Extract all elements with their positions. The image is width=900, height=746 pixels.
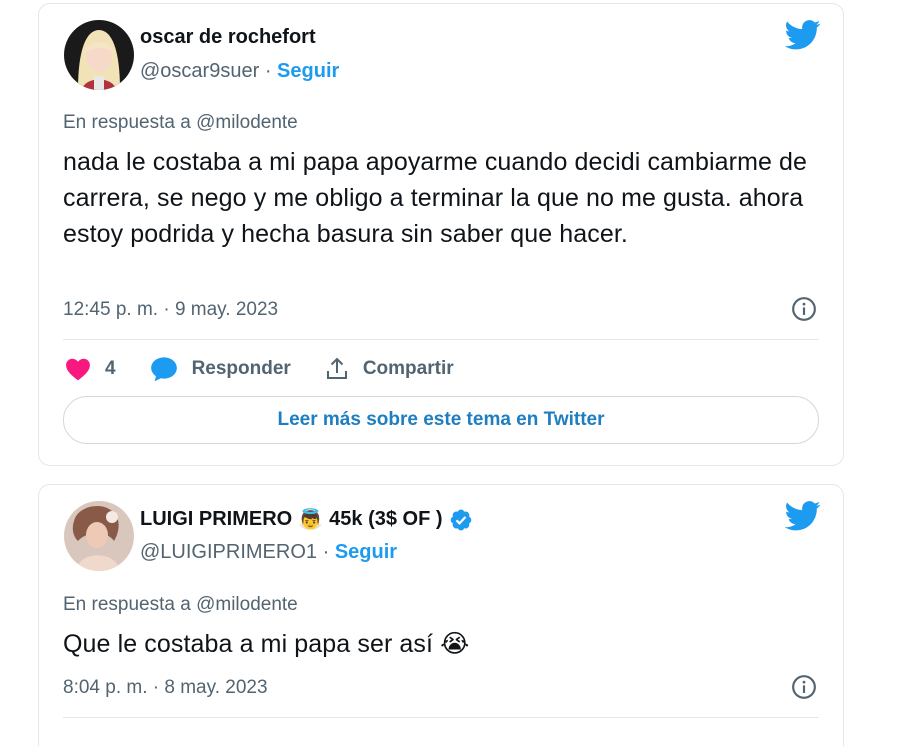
reply-bubble-icon xyxy=(150,357,177,382)
follow-link[interactable]: Seguir xyxy=(277,60,339,82)
tweet-timestamp[interactable]: 8:04 p. m. · 8 may. 2023 xyxy=(63,677,268,699)
separator-dot: · xyxy=(322,541,330,563)
angel-emoji: 👼 xyxy=(298,509,324,531)
read-more-button[interactable]: Leer más sobre este tema en Twitter xyxy=(63,396,819,444)
share-label: Compartir xyxy=(362,358,454,379)
author-handle[interactable]: @LUIGIPRIMERO1 xyxy=(140,541,317,563)
share-button[interactable]: Compartir xyxy=(325,357,454,381)
like-button[interactable]: 4 xyxy=(65,357,116,381)
author-name-suffix: 45k (3$ OF ) xyxy=(329,508,443,530)
avatar[interactable] xyxy=(64,501,134,571)
reply-button[interactable]: Responder xyxy=(150,356,291,382)
action-bar: 4 Responder Compartir xyxy=(65,354,488,384)
author-handle[interactable]: @oscar9suer xyxy=(140,60,259,82)
tweet-text-body: Que le costaba a mi papa ser así xyxy=(63,630,434,658)
author-name[interactable]: LUIGI PRIMERO xyxy=(140,508,292,531)
tweet-timestamp[interactable]: 12:45 p. m. · 9 may. 2023 xyxy=(63,299,278,321)
reply-context: En respuesta a @milodente xyxy=(63,594,298,615)
verified-badge-icon xyxy=(450,509,471,530)
share-icon xyxy=(326,357,347,379)
crying-emoji: 😭 xyxy=(440,630,470,658)
author-name[interactable]: oscar de rochefort xyxy=(140,26,316,49)
divider xyxy=(63,717,819,718)
separator-dot: · xyxy=(264,60,272,82)
info-icon[interactable] xyxy=(791,296,817,322)
tweet-text: nada le costaba a mi papa apoyarme cuand… xyxy=(63,148,808,248)
divider xyxy=(63,339,819,340)
tweet-card-2[interactable]: LUIGI PRIMERO 👼 45k (3$ OF ) @LUIGIPRIME… xyxy=(38,484,844,746)
follow-link[interactable]: Seguir xyxy=(335,541,397,563)
tweet-card-1[interactable]: oscar de rochefort @oscar9suer · Seguir … xyxy=(38,3,844,466)
heart-icon xyxy=(66,358,90,381)
like-count: 4 xyxy=(105,358,116,379)
twitter-bird-icon[interactable] xyxy=(785,20,821,50)
reply-label: Responder xyxy=(191,358,291,379)
tweet-text: Que le costaba a mi papa ser así 😭 xyxy=(63,626,819,662)
avatar[interactable] xyxy=(64,20,134,90)
twitter-bird-icon[interactable] xyxy=(785,501,821,531)
info-icon[interactable] xyxy=(791,674,817,700)
reply-context: En respuesta a @milodente xyxy=(63,112,298,133)
